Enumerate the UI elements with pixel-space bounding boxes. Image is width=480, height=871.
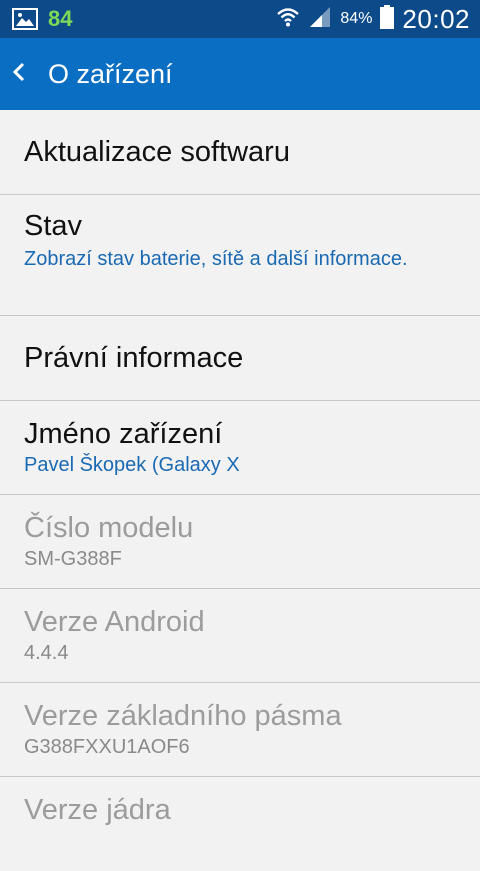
status-bar-right: 84% 20:02 (268, 4, 470, 34)
setting-subtitle: Pavel Škopek (Galaxy X (24, 454, 240, 476)
setting-subtitle: G388FXXU1AOF6 (24, 736, 190, 758)
setting-subtitle: SM-G388F (24, 548, 122, 570)
setting-title: Právní informace (24, 342, 244, 374)
status-bar: 84 84% 20:02 (0, 0, 480, 38)
action-bar: O zařízení (0, 38, 480, 110)
signal-icon (308, 5, 332, 34)
image-notification-icon (12, 8, 38, 30)
back-button[interactable] (12, 38, 34, 110)
setting-title: Verze Android (24, 606, 205, 638)
battery-percent: 84% (340, 10, 373, 27)
page-title[interactable]: O zařízení (48, 38, 173, 110)
setting-title: Jméno zařízení (24, 418, 223, 450)
battery-icon (380, 4, 395, 34)
setting-title: Verze základního pásma (24, 700, 342, 732)
setting-software-update[interactable]: Aktualizace softwaru (0, 110, 480, 195)
setting-baseband-version: Verze základního pásma G388FXXU1AOF6 (0, 683, 480, 777)
setting-status[interactable]: Stav Zobrazí stav baterie, sítě a další … (0, 195, 480, 316)
wifi-icon (276, 6, 300, 33)
setting-device-name[interactable]: Jméno zařízení Pavel Škopek (Galaxy X (0, 401, 480, 495)
notification-count: 84 (48, 6, 73, 31)
setting-legal-info[interactable]: Právní informace (0, 316, 480, 401)
setting-title: Číslo modelu (24, 512, 194, 544)
setting-android-version: Verze Android 4.4.4 (0, 589, 480, 683)
setting-subtitle: Zobrazí stav baterie, sítě a další infor… (24, 248, 408, 270)
status-bar-left: 84 (12, 6, 72, 32)
clock: 20:02 (402, 3, 470, 34)
setting-subtitle: 4.4.4 (24, 642, 69, 664)
setting-model-number: Číslo modelu SM-G388F (0, 495, 480, 589)
back-arrow-icon[interactable] (12, 61, 26, 88)
setting-title: Verze jádra (24, 794, 171, 826)
setting-title: Stav (24, 210, 83, 242)
settings-list: Aktualizace softwaru Stav Zobrazí stav b… (0, 110, 480, 871)
setting-title: Aktualizace softwaru (24, 136, 290, 168)
setting-kernel-version: Verze jádra (0, 777, 480, 871)
